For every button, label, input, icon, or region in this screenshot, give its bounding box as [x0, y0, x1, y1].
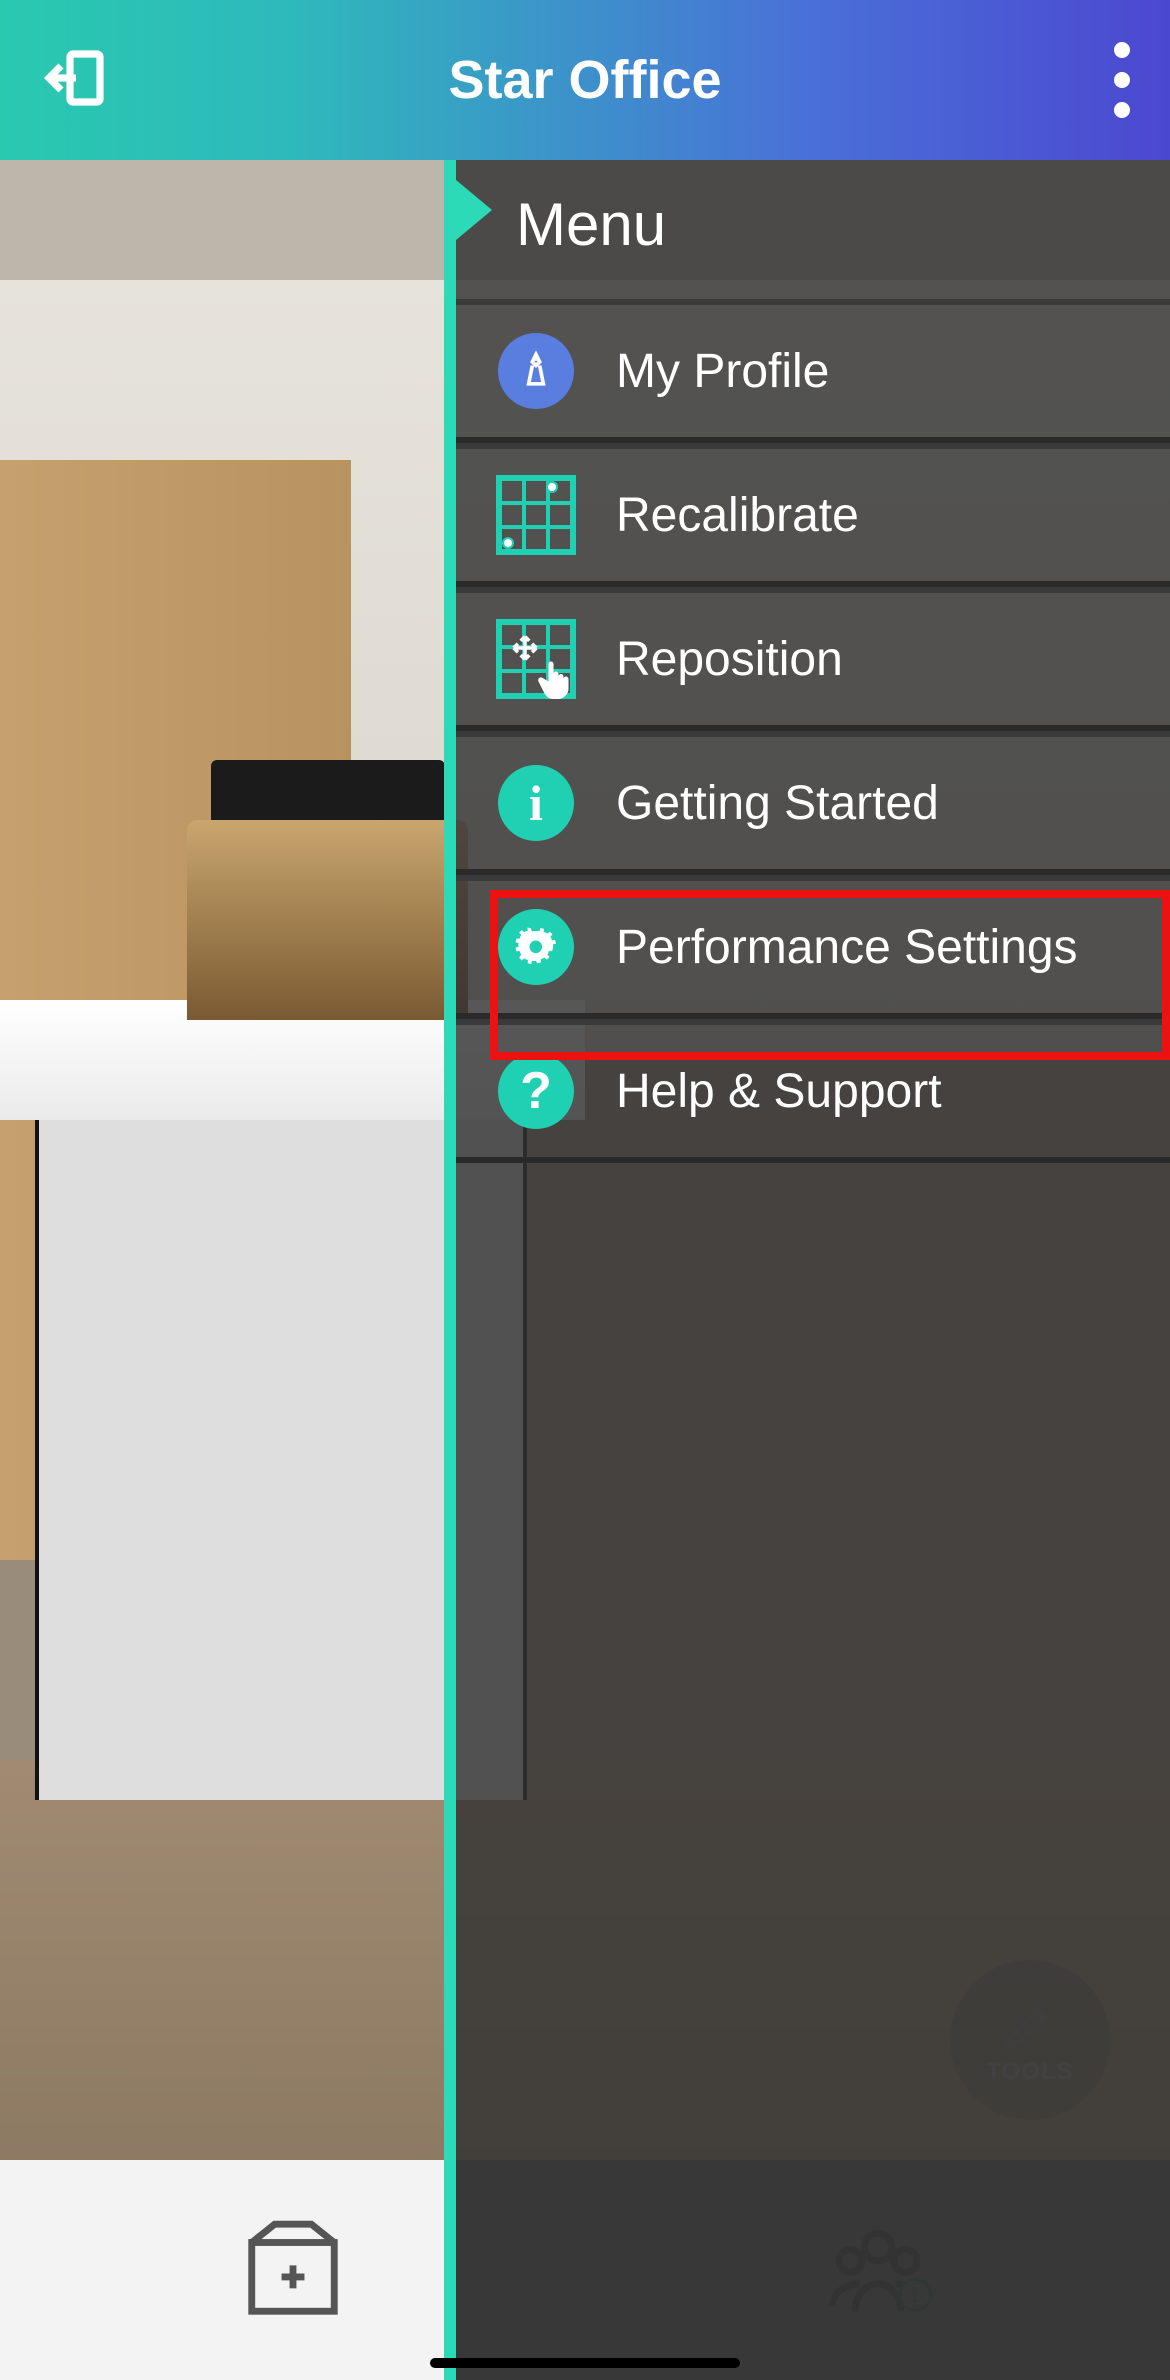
side-menu-panel: Menu My Profile Recalibrate	[444, 160, 1170, 2380]
grid-hand-icon	[496, 619, 576, 699]
menu-item-label: Performance Settings	[616, 920, 1150, 975]
gear-icon	[496, 907, 576, 987]
tab-add-room[interactable]	[233, 2210, 353, 2330]
menu-item-label: Reposition	[616, 632, 1150, 687]
menu-item-performance-settings[interactable]: Performance Settings	[456, 875, 1170, 1019]
home-indicator	[430, 2358, 740, 2368]
question-icon: ?	[496, 1051, 576, 1131]
dot-icon	[1114, 72, 1130, 88]
menu-list: My Profile Recalibrate Reposition	[456, 299, 1170, 1163]
menu-item-label: My Profile	[616, 344, 1150, 399]
app-header: Star Office	[0, 0, 1170, 160]
exit-button[interactable]	[40, 42, 112, 119]
scene-chair	[187, 820, 468, 1020]
menu-heading: Menu	[456, 160, 1170, 299]
menu-item-my-profile[interactable]: My Profile	[456, 299, 1170, 443]
grid-icon	[496, 475, 576, 555]
dot-icon	[1114, 102, 1130, 118]
menu-item-reposition[interactable]: Reposition	[456, 587, 1170, 731]
profile-icon	[496, 331, 576, 411]
menu-item-label: Getting Started	[616, 776, 1150, 831]
menu-item-getting-started[interactable]: i Getting Started	[456, 731, 1170, 875]
menu-panel-bottom-extension	[444, 2160, 1170, 2380]
menu-item-label: Help & Support	[616, 1064, 1150, 1119]
menu-item-label: Recalibrate	[616, 488, 1150, 543]
menu-item-recalibrate[interactable]: Recalibrate	[456, 443, 1170, 587]
more-menu-button[interactable]	[1114, 42, 1130, 118]
page-title: Star Office	[448, 49, 721, 111]
menu-collapse-arrow-icon[interactable]	[456, 180, 492, 240]
info-icon: i	[496, 763, 576, 843]
menu-item-help-support[interactable]: ? Help & Support	[456, 1019, 1170, 1163]
dot-icon	[1114, 42, 1130, 58]
